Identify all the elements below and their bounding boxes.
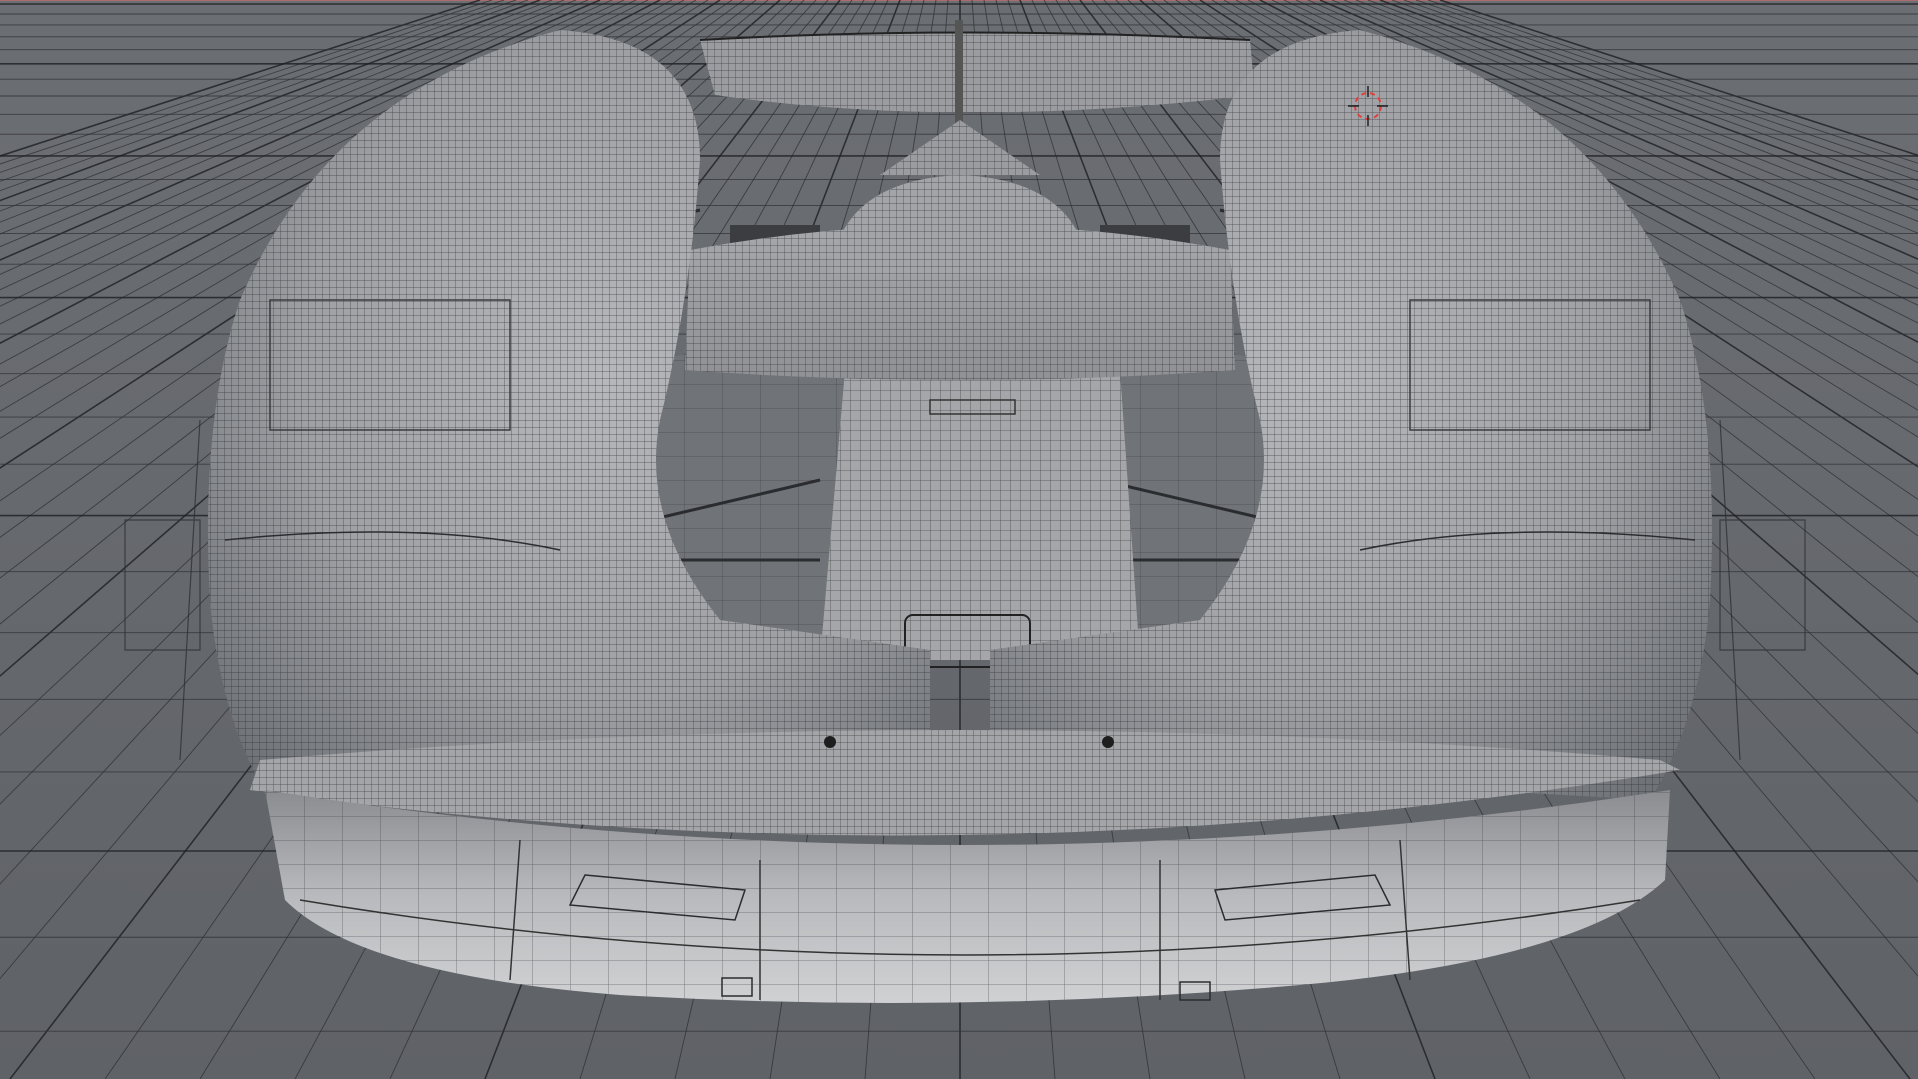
center-spine (820, 370, 1140, 668)
3d-viewport[interactable] (0, 0, 1918, 1079)
scene-canvas[interactable] (0, 0, 1918, 1079)
engine-cover-bridge (685, 120, 1235, 380)
rear-wing (699, 20, 1255, 140)
